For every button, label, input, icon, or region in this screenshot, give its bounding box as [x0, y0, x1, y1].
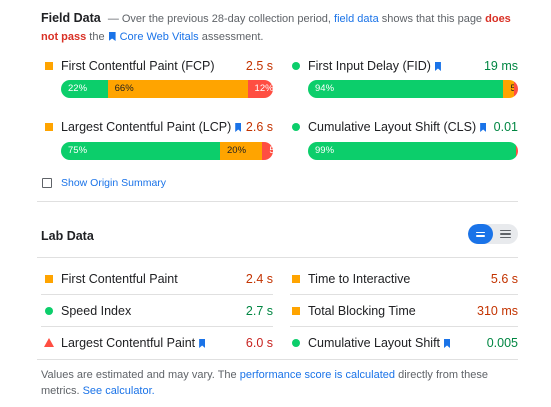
- lab-metric-tbt: Total Blocking Time 310 ms: [290, 302, 518, 320]
- metric-label: Speed Index: [61, 304, 132, 318]
- lab-footer-note: Values are estimated and may vary. The p…: [41, 367, 501, 399]
- section-divider: [37, 359, 518, 360]
- good-segment: 94%: [308, 80, 504, 98]
- lab-divider: [37, 257, 518, 258]
- field-data-link[interactable]: field data: [334, 13, 379, 25]
- metric-value: 0.01: [493, 120, 518, 134]
- metric-value: 19 ms: [483, 59, 518, 73]
- origin-summary-label[interactable]: Show Origin Summary: [61, 176, 166, 190]
- lab-data-title: Lab Data: [41, 229, 94, 243]
- metric-label: Time to Interactive: [308, 272, 411, 286]
- field-metric-lcp: Largest Contentful Paint (LCP) 2.6 s: [43, 118, 273, 136]
- metric-value: 2.7 s: [245, 304, 273, 318]
- metric-value: 0.005: [486, 336, 518, 350]
- row-divider: [290, 294, 518, 295]
- distribution-bar-fid: 94% 5% 2%: [308, 80, 518, 98]
- lab-metric-speed-index: Speed Index 2.7 s: [43, 302, 273, 320]
- field-desc-3: the: [89, 31, 105, 43]
- field-desc-4: assessment.: [201, 31, 264, 43]
- lab-metric-lcp: Largest Contentful Paint 6.0 s: [43, 334, 273, 352]
- field-desc-2: shows that this page: [381, 13, 483, 25]
- average-square-icon: [292, 307, 300, 315]
- performance-score-link[interactable]: performance score is calculated: [240, 369, 395, 381]
- row-divider: [41, 326, 273, 327]
- metric-label: Largest Contentful Paint: [61, 334, 206, 352]
- compact-view-button[interactable]: [468, 224, 493, 244]
- field-data-header: Field Data — Over the previous 28-day co…: [41, 9, 521, 46]
- metric-label: Total Blocking Time: [308, 304, 416, 318]
- metric-label: First Contentful Paint: [61, 272, 178, 286]
- field-metric-cls: Cumulative Layout Shift (CLS) 0.01: [290, 118, 518, 136]
- average-square-icon: [45, 62, 53, 70]
- average-segment: 66%: [107, 80, 248, 98]
- poor-segment: [515, 142, 518, 160]
- average-segment: 20%: [220, 142, 263, 160]
- metric-value: 5.6 s: [490, 272, 518, 286]
- bookmark-icon: [108, 32, 116, 41]
- expanded-view-button[interactable]: [493, 224, 518, 244]
- average-square-icon: [45, 275, 53, 283]
- good-segment: 75%: [61, 142, 220, 160]
- good-circle-icon: [292, 339, 300, 347]
- distribution-bar-lcp: 75% 20% 5%: [61, 142, 273, 160]
- poor-triangle-icon: [44, 338, 54, 347]
- average-square-icon: [45, 123, 53, 131]
- distribution-bar-fcp: 22% 66% 12%: [61, 80, 273, 98]
- good-circle-icon: [292, 123, 300, 131]
- footer-text-1: Values are estimated and may vary. The: [41, 369, 237, 381]
- bookmark-icon: [199, 339, 206, 348]
- metric-value: 2.5 s: [245, 59, 273, 73]
- field-metric-fid: First Input Delay (FID) 19 ms: [290, 57, 518, 75]
- metric-label: Cumulative Layout Shift: [308, 334, 451, 352]
- average-square-icon: [292, 275, 300, 283]
- lab-metric-tti: Time to Interactive 5.6 s: [290, 270, 518, 288]
- good-segment: 22%: [61, 80, 108, 98]
- checkbox-icon[interactable]: [42, 178, 52, 188]
- field-desc-1: — Over the previous 28-day collection pe…: [107, 13, 331, 25]
- see-calculator-link[interactable]: See calculator.: [83, 385, 155, 397]
- poor-segment: 12%: [247, 80, 273, 98]
- field-data-title: Field Data: [41, 11, 101, 25]
- average-segment: 5%: [503, 80, 514, 98]
- metric-value: 2.6 s: [245, 120, 273, 134]
- core-web-vitals-link[interactable]: Core Web Vitals: [120, 31, 199, 43]
- row-divider: [290, 326, 518, 327]
- good-segment: 99%: [308, 142, 516, 160]
- view-toggle[interactable]: [468, 224, 518, 244]
- bookmark-icon: [434, 62, 441, 71]
- field-metric-fcp: First Contentful Paint (FCP) 2.5 s: [43, 57, 273, 75]
- poor-segment: 2%: [513, 80, 518, 98]
- lab-metric-fcp: First Contentful Paint 2.4 s: [43, 270, 273, 288]
- metric-label: Cumulative Layout Shift (CLS): [308, 118, 487, 136]
- good-circle-icon: [45, 307, 53, 315]
- lab-metric-cls: Cumulative Layout Shift 0.005: [290, 334, 518, 352]
- good-circle-icon: [292, 62, 300, 70]
- section-divider: [37, 201, 518, 202]
- metric-label: First Contentful Paint (FCP): [61, 59, 215, 73]
- metric-value: 310 ms: [477, 304, 518, 318]
- poor-segment: 5%: [262, 142, 273, 160]
- metric-value: 2.4 s: [245, 272, 273, 286]
- metric-label: Largest Contentful Paint (LCP): [61, 118, 242, 136]
- show-origin-summary[interactable]: Show Origin Summary: [42, 176, 166, 190]
- bookmark-icon: [444, 339, 451, 348]
- distribution-bar-cls: 99%: [308, 142, 518, 160]
- bookmark-icon: [235, 123, 242, 132]
- row-divider: [41, 294, 273, 295]
- metric-label: First Input Delay (FID): [308, 57, 441, 75]
- bookmark-icon: [480, 123, 487, 132]
- metric-value: 6.0 s: [245, 336, 273, 350]
